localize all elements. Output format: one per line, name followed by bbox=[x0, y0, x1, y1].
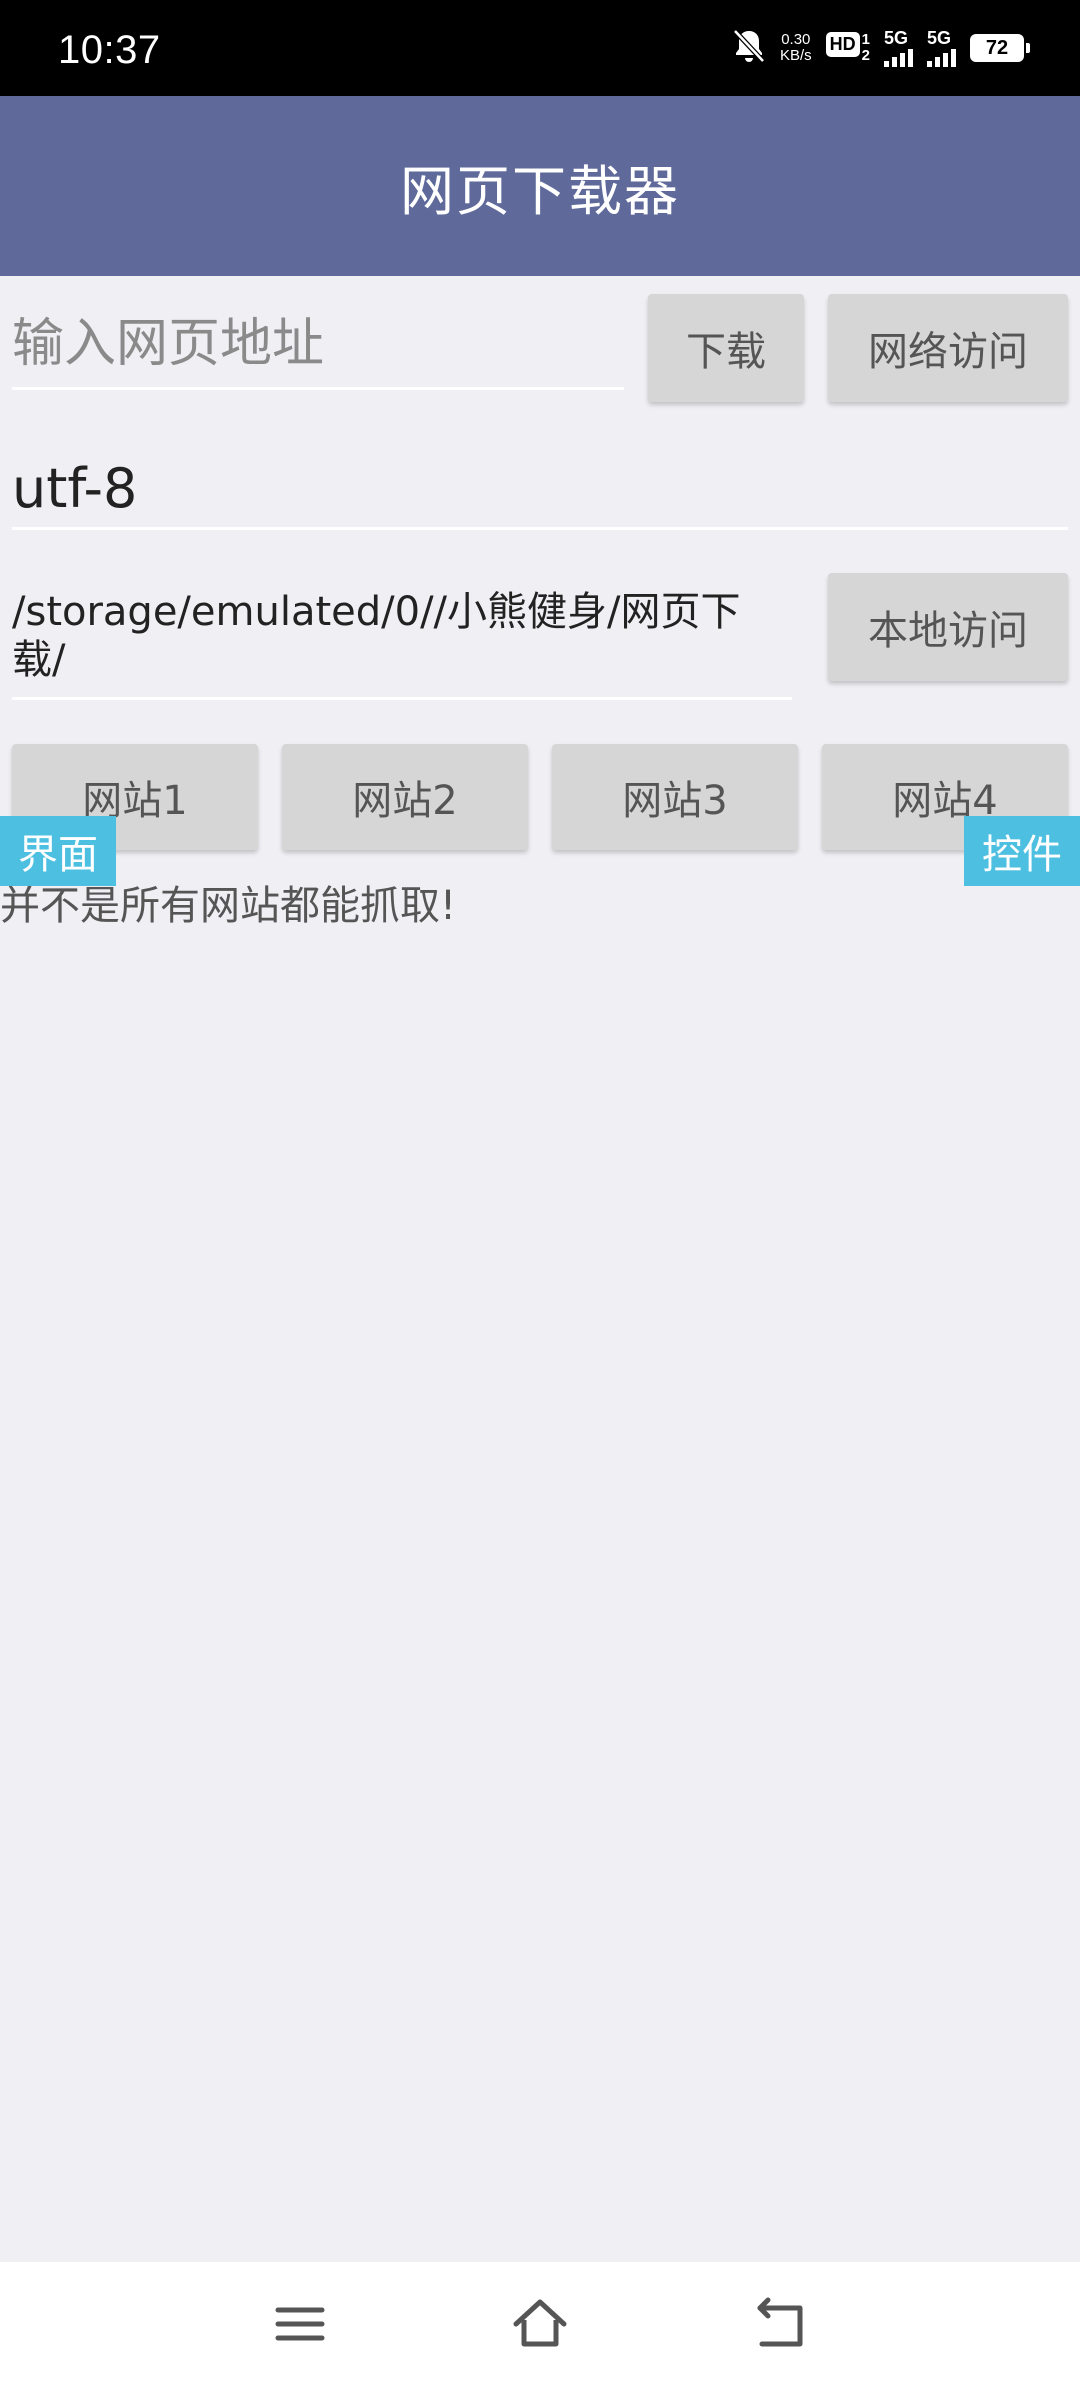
local-visit-button[interactable]: 本地访问 bbox=[828, 573, 1068, 681]
save-path-field[interactable]: /storage/emulated/0//小熊健身/网页下载/ bbox=[12, 588, 792, 700]
signal1-label: 5G bbox=[884, 28, 909, 48]
hd-sub-bottom: 2 bbox=[861, 47, 870, 64]
hd-badge: HD 1 2 bbox=[825, 32, 870, 64]
net-speed-value: 0.30 bbox=[781, 31, 811, 48]
menu-icon[interactable] bbox=[270, 2294, 330, 2354]
signal2-label: 5G bbox=[927, 28, 952, 48]
battery-level: 72 bbox=[985, 36, 1009, 59]
encoding-input[interactable] bbox=[12, 450, 1068, 530]
site-2-button[interactable]: 网站2 bbox=[282, 744, 528, 850]
url-input[interactable] bbox=[12, 300, 624, 390]
signal1-bars bbox=[884, 49, 913, 67]
signal-icon: 5G bbox=[884, 29, 913, 67]
signal2-bars bbox=[927, 49, 956, 67]
home-icon[interactable] bbox=[510, 2294, 570, 2354]
site-3-button[interactable]: 网站3 bbox=[552, 744, 798, 850]
download-button[interactable]: 下载 bbox=[648, 294, 804, 402]
hd-label: HD bbox=[825, 32, 860, 57]
app-bar: 网页下载器 bbox=[0, 96, 1080, 276]
web-visit-button[interactable]: 网络访问 bbox=[828, 294, 1068, 402]
hd-sub-top: 1 bbox=[861, 31, 870, 48]
save-path-text: /storage/emulated/0//小熊健身/网页下载/ bbox=[12, 589, 741, 683]
signal-icon: 5G bbox=[927, 29, 956, 67]
battery-icon: 72 bbox=[970, 34, 1030, 62]
ui-tag-right[interactable]: 控件 bbox=[964, 816, 1080, 886]
status-bar: 10:37 0.30 KB/s HD 1 2 5G 5G 72 bbox=[0, 0, 1080, 96]
net-speed-unit: KB/s bbox=[779, 47, 812, 64]
page-title: 网页下载器 bbox=[400, 159, 680, 223]
back-icon[interactable] bbox=[750, 2294, 810, 2354]
ui-tag-left[interactable]: 界面 bbox=[0, 816, 116, 886]
status-time: 10:37 bbox=[58, 28, 161, 72]
hd-sub: 1 2 bbox=[862, 32, 870, 64]
mute-bell-icon bbox=[732, 28, 766, 68]
net-speed: 0.30 KB/s bbox=[780, 32, 812, 64]
status-icons: 0.30 KB/s HD 1 2 5G 5G 72 bbox=[732, 28, 1030, 68]
nav-bar bbox=[0, 2262, 1080, 2388]
